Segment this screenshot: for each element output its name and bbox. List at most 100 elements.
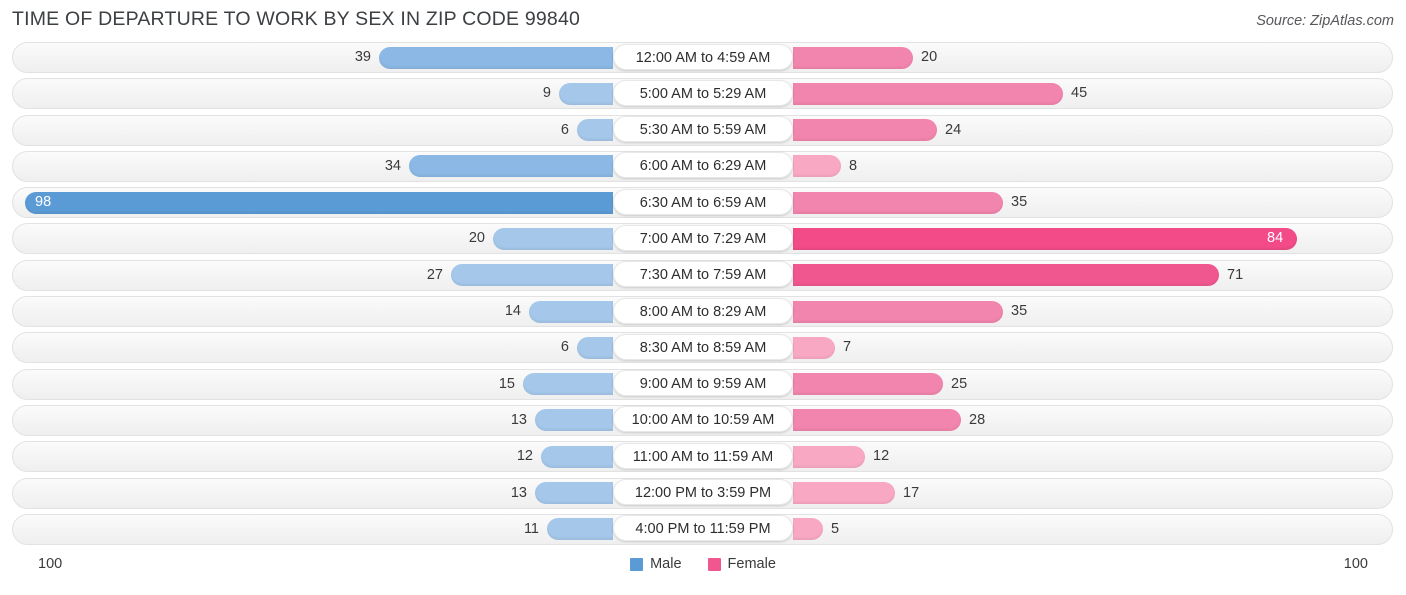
row-content: 6 24 5:30 AM to 5:59 AM bbox=[0, 113, 1406, 149]
bar-value-male: 34 bbox=[384, 157, 401, 174]
legend-item-female[interactable]: Female bbox=[707, 556, 776, 573]
bar-male[interactable] bbox=[577, 336, 613, 359]
bar-value-male: 39 bbox=[354, 49, 371, 65]
bar-female[interactable] bbox=[793, 409, 961, 432]
bar-male[interactable] bbox=[25, 191, 613, 214]
row-category-label: 10:00 AM to 10:59 AM bbox=[613, 406, 793, 433]
chart-row: 6 24 5:30 AM to 5:59 AM bbox=[0, 113, 1406, 149]
bar-female[interactable] bbox=[793, 373, 943, 396]
chart-row: 98 35 6:30 AM to 6:59 AM bbox=[0, 185, 1406, 221]
bar-value-female: 71 bbox=[1227, 266, 1244, 283]
row-content: 34 8 6:00 AM to 6:29 AM bbox=[0, 149, 1406, 185]
bar-value-female: 12 bbox=[873, 448, 890, 465]
legend-item-male[interactable]: Male bbox=[630, 556, 682, 573]
row-content: 98 35 6:30 AM to 6:59 AM bbox=[0, 185, 1406, 221]
row-category-label: 7:00 AM to 7:29 AM bbox=[613, 224, 793, 251]
row-category-label: 12:00 AM to 4:59 AM bbox=[613, 43, 793, 70]
row-content: 11 5 4:00 PM to 11:59 PM bbox=[0, 512, 1406, 548]
chart-row: 6 7 8:30 AM to 8:59 AM bbox=[0, 330, 1406, 366]
bar-male[interactable] bbox=[577, 119, 613, 142]
bar-value-male: 13 bbox=[510, 484, 527, 501]
bar-male[interactable] bbox=[559, 82, 613, 105]
bar-female[interactable] bbox=[793, 264, 1219, 287]
bar-male[interactable] bbox=[451, 264, 613, 287]
row-content: 12 12 11:00 AM to 11:59 AM bbox=[0, 439, 1406, 475]
bar-male[interactable] bbox=[535, 482, 613, 505]
row-content: 13 28 10:00 AM to 10:59 AM bbox=[0, 403, 1406, 439]
row-category-label: 8:00 AM to 8:29 AM bbox=[613, 297, 793, 324]
row-category-label: 5:30 AM to 5:59 AM bbox=[613, 116, 793, 143]
bar-value-male: 9 bbox=[542, 85, 551, 102]
bar-female[interactable] bbox=[793, 482, 895, 505]
chart-legend: Male Female bbox=[0, 556, 1406, 572]
bar-value-female: 7 bbox=[843, 339, 852, 356]
legend-swatch-female-icon bbox=[707, 557, 721, 571]
row-category-label: 12:00 PM to 3:59 PM bbox=[613, 479, 793, 506]
bar-male[interactable] bbox=[529, 300, 613, 323]
bar-value-male: 12 bbox=[516, 448, 533, 465]
bar-female[interactable] bbox=[793, 82, 1063, 105]
chart-row: 34 8 6:00 AM to 6:29 AM bbox=[0, 149, 1406, 185]
row-category-label: 6:30 AM to 6:59 AM bbox=[613, 188, 793, 215]
chart-row: 39 20 12:00 AM to 4:59 AM bbox=[0, 40, 1406, 76]
bar-value-female: 35 bbox=[1011, 194, 1028, 211]
bar-value-female: 8 bbox=[849, 157, 858, 174]
bar-value-male: 6 bbox=[560, 121, 569, 138]
bar-male[interactable] bbox=[535, 409, 613, 432]
legend-label-female: Female bbox=[727, 556, 776, 573]
legend-swatch-male-icon bbox=[630, 557, 644, 571]
chart-row: 11 5 4:00 PM to 11:59 PM bbox=[0, 512, 1406, 548]
bar-value-female: 20 bbox=[921, 49, 938, 65]
bar-value-female: 84 bbox=[1267, 230, 1284, 247]
row-category-label: 4:00 PM to 11:59 PM bbox=[613, 515, 793, 542]
chart-row: 20 84 7:00 AM to 7:29 AM bbox=[0, 221, 1406, 257]
row-content: 13 17 12:00 PM to 3:59 PM bbox=[0, 476, 1406, 512]
bar-male[interactable] bbox=[523, 373, 613, 396]
bar-value-female: 17 bbox=[903, 484, 920, 501]
chart-header: TIME OF DEPARTURE TO WORK BY SEX IN ZIP … bbox=[0, 0, 1406, 40]
row-category-label: 11:00 AM to 11:59 AM bbox=[613, 442, 793, 469]
chart-row: 13 17 12:00 PM to 3:59 PM bbox=[0, 476, 1406, 512]
row-content: 39 20 12:00 AM to 4:59 AM bbox=[0, 40, 1406, 76]
chart-row: 12 12 11:00 AM to 11:59 AM bbox=[0, 439, 1406, 475]
chart-row: 15 25 9:00 AM to 9:59 AM bbox=[0, 367, 1406, 403]
row-category-label: 7:30 AM to 7:59 AM bbox=[613, 261, 793, 288]
bar-female[interactable] bbox=[793, 46, 913, 69]
bar-female[interactable] bbox=[793, 155, 841, 178]
row-content: 14 35 8:00 AM to 8:29 AM bbox=[0, 294, 1406, 330]
bar-value-male: 14 bbox=[504, 303, 521, 320]
bar-value-male: 98 bbox=[35, 194, 52, 211]
chart-row: 27 71 7:30 AM to 7:59 AM bbox=[0, 258, 1406, 294]
bar-value-female: 28 bbox=[969, 411, 986, 428]
bar-male[interactable] bbox=[379, 46, 613, 69]
chart-row: 9 45 5:00 AM to 5:29 AM bbox=[0, 76, 1406, 112]
chart-row: 14 35 8:00 AM to 8:29 AM bbox=[0, 294, 1406, 330]
row-content: 27 71 7:30 AM to 7:59 AM bbox=[0, 258, 1406, 294]
bar-male[interactable] bbox=[541, 445, 613, 468]
row-category-label: 8:30 AM to 8:59 AM bbox=[613, 333, 793, 360]
legend-label-male: Male bbox=[650, 556, 682, 573]
row-content: 15 25 9:00 AM to 9:59 AM bbox=[0, 367, 1406, 403]
source-attribution: Source: ZipAtlas.com bbox=[1256, 13, 1394, 29]
bar-female[interactable] bbox=[793, 445, 865, 468]
bar-male[interactable] bbox=[409, 155, 613, 178]
chart-rows-container: 39 20 12:00 AM to 4:59 AM 9 45 5:00 AM to 5:2… bbox=[0, 40, 1406, 548]
bar-value-female: 5 bbox=[831, 520, 840, 537]
bar-value-female: 25 bbox=[951, 375, 968, 392]
row-content: 20 84 7:00 AM to 7:29 AM bbox=[0, 221, 1406, 257]
bar-female[interactable] bbox=[793, 191, 1003, 214]
bar-male[interactable] bbox=[493, 227, 613, 250]
bar-value-male: 27 bbox=[426, 266, 443, 283]
row-category-label: 5:00 AM to 5:29 AM bbox=[613, 79, 793, 106]
chart-footer: 100 100 Male Female bbox=[0, 548, 1406, 586]
bar-female[interactable] bbox=[793, 119, 937, 142]
bar-male[interactable] bbox=[547, 518, 613, 541]
bar-value-female: 35 bbox=[1011, 303, 1028, 320]
row-category-label: 6:00 AM to 6:29 AM bbox=[613, 152, 793, 179]
bar-female[interactable] bbox=[793, 227, 1297, 250]
bar-female[interactable] bbox=[793, 336, 835, 359]
bar-female[interactable] bbox=[793, 518, 823, 541]
bar-value-male: 20 bbox=[468, 230, 485, 247]
bar-value-male: 15 bbox=[498, 375, 515, 392]
bar-female[interactable] bbox=[793, 300, 1003, 323]
